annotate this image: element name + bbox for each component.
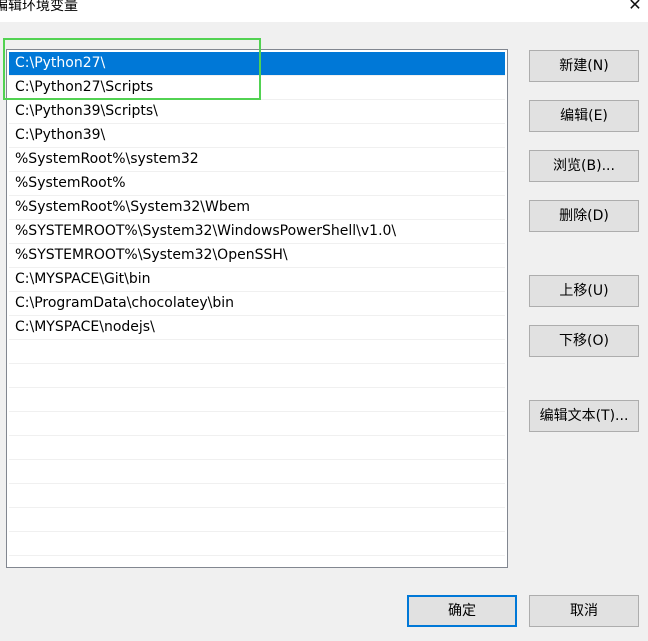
list-item-empty[interactable] xyxy=(9,340,505,364)
list-item[interactable]: C:\Python27\ xyxy=(9,52,505,76)
list-item-empty[interactable] xyxy=(9,508,505,532)
window-title: 编辑环境变量 xyxy=(0,0,78,14)
list-item[interactable]: %SYSTEMROOT%\System32\OpenSSH\ xyxy=(9,244,505,268)
close-icon[interactable]: ✕ xyxy=(622,0,648,16)
list-item-empty[interactable] xyxy=(9,364,505,388)
list-item-empty[interactable] xyxy=(9,388,505,412)
list-item[interactable]: %SystemRoot%\System32\Wbem xyxy=(9,196,505,220)
list-item[interactable]: %SYSTEMROOT%\System32\WindowsPowerShell\… xyxy=(9,220,505,244)
move-up-button[interactable]: 上移(U) xyxy=(529,275,639,307)
list-item[interactable]: %SystemRoot%\system32 xyxy=(9,148,505,172)
list-item-empty[interactable] xyxy=(9,484,505,508)
edit-button[interactable]: 编辑(E) xyxy=(529,100,639,132)
list-item-empty[interactable] xyxy=(9,412,505,436)
new-button[interactable]: 新建(N) xyxy=(529,50,639,82)
ok-button[interactable]: 确定 xyxy=(407,595,517,627)
list-item[interactable]: %SystemRoot% xyxy=(9,172,505,196)
list-item[interactable]: C:\Python39\ xyxy=(9,124,505,148)
browse-button[interactable]: 浏览(B)... xyxy=(529,150,639,182)
list-item-empty[interactable] xyxy=(9,532,505,556)
delete-button[interactable]: 删除(D) xyxy=(529,200,639,232)
edit-text-button[interactable]: 编辑文本(T)... xyxy=(529,400,639,432)
list-item[interactable]: C:\MYSPACE\Git\bin xyxy=(9,268,505,292)
path-listbox[interactable]: C:\Python27\ C:\Python27\Scripts C:\Pyth… xyxy=(6,49,508,568)
list-item[interactable]: C:\MYSPACE\nodejs\ xyxy=(9,316,505,340)
move-down-button[interactable]: 下移(O) xyxy=(529,325,639,357)
list-item[interactable]: C:\ProgramData\chocolatey\bin xyxy=(9,292,505,316)
list-item-empty[interactable] xyxy=(9,460,505,484)
cancel-button[interactable]: 取消 xyxy=(529,595,639,627)
list-item-empty[interactable] xyxy=(9,436,505,460)
list-item[interactable]: C:\Python27\Scripts xyxy=(9,76,505,100)
list-item[interactable]: C:\Python39\Scripts\ xyxy=(9,100,505,124)
